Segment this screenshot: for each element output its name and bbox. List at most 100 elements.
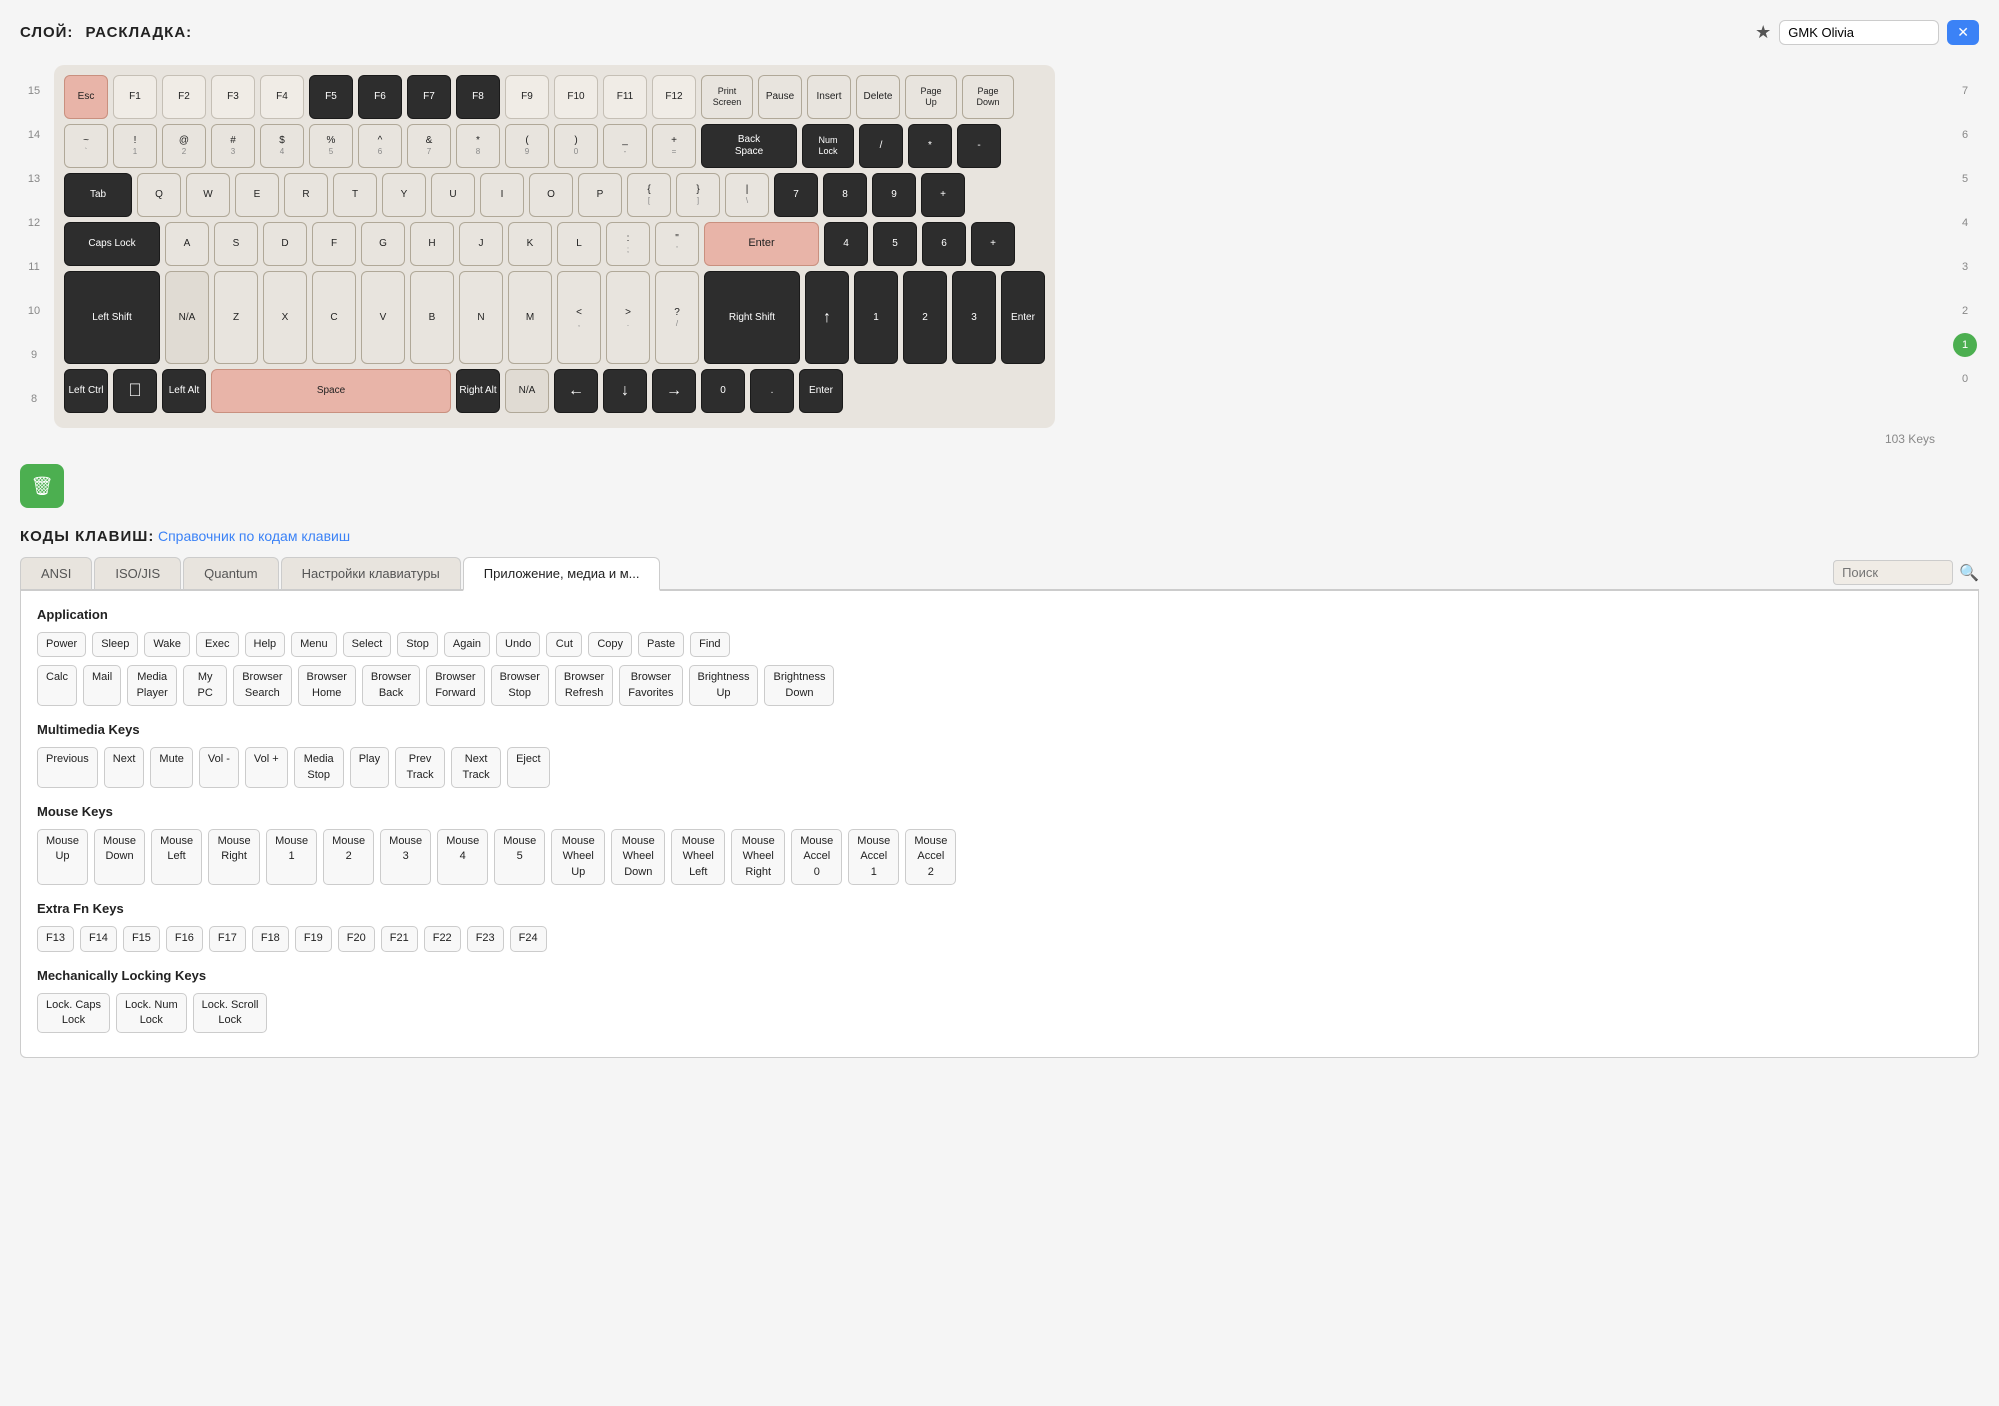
- search-input[interactable]: [1833, 560, 1953, 585]
- key-8[interactable]: *8: [456, 124, 500, 168]
- kc-menu[interactable]: Menu: [291, 632, 337, 657]
- key-page-down[interactable]: PageDown: [962, 75, 1014, 119]
- kc-select[interactable]: Select: [343, 632, 392, 657]
- kc-f24[interactable]: F24: [510, 926, 547, 951]
- key-comma[interactable]: <,: [557, 271, 601, 364]
- key-left-alt[interactable]: Left Alt: [162, 369, 206, 413]
- kc-f22[interactable]: F22: [424, 926, 461, 951]
- key-s[interactable]: S: [214, 222, 258, 266]
- key-semicolon[interactable]: :;: [606, 222, 650, 266]
- kc-mouse-4[interactable]: Mouse4: [437, 829, 488, 885]
- key-x[interactable]: X: [263, 271, 307, 364]
- kc-mouse-wheel-up[interactable]: MouseWheelUp: [551, 829, 605, 885]
- key-1[interactable]: !1: [113, 124, 157, 168]
- key-numpad-minus[interactable]: -: [957, 124, 1001, 168]
- kc-undo[interactable]: Undo: [496, 632, 540, 657]
- kc-mouse-2[interactable]: Mouse2: [323, 829, 374, 885]
- key-6[interactable]: ^6: [358, 124, 402, 168]
- key-backtick[interactable]: ~`: [64, 124, 108, 168]
- kc-f20[interactable]: F20: [338, 926, 375, 951]
- key-t[interactable]: T: [333, 173, 377, 217]
- tab-ansi[interactable]: ANSI: [20, 557, 92, 589]
- key-f3[interactable]: F3: [211, 75, 255, 119]
- kc-browser-home[interactable]: BrowserHome: [298, 665, 356, 706]
- kc-mouse-wheel-right[interactable]: MouseWheelRight: [731, 829, 785, 885]
- keycodes-link[interactable]: Справочник по кодам клавиш: [158, 528, 350, 544]
- kc-f15[interactable]: F15: [123, 926, 160, 951]
- key-num-6[interactable]: 6: [922, 222, 966, 266]
- key-up-arrow[interactable]: ↑: [805, 271, 849, 364]
- key-f8[interactable]: F8: [456, 75, 500, 119]
- clear-button[interactable]: ✕: [1947, 20, 1979, 45]
- key-q[interactable]: Q: [137, 173, 181, 217]
- kc-browser-favorites[interactable]: BrowserFavorites: [619, 665, 682, 706]
- kc-mouse-accel-2[interactable]: MouseAccel2: [905, 829, 956, 885]
- kc-prev-track[interactable]: PrevTrack: [395, 747, 445, 788]
- kc-wake[interactable]: Wake: [144, 632, 190, 657]
- key-b[interactable]: B: [410, 271, 454, 364]
- kc-browser-search[interactable]: BrowserSearch: [233, 665, 291, 706]
- key-rbracket[interactable]: }]: [676, 173, 720, 217]
- key-right-shift[interactable]: Right Shift: [704, 271, 800, 364]
- kc-mouse-accel-0[interactable]: MouseAccel0: [791, 829, 842, 885]
- key-num-lock[interactable]: NumLock: [802, 124, 854, 168]
- kc-browser-stop[interactable]: BrowserStop: [491, 665, 549, 706]
- key-num-0[interactable]: 0: [701, 369, 745, 413]
- kc-f18[interactable]: F18: [252, 926, 289, 951]
- key-r[interactable]: R: [284, 173, 328, 217]
- kc-cut[interactable]: Cut: [546, 632, 582, 657]
- key-f10[interactable]: F10: [554, 75, 598, 119]
- key-lbracket[interactable]: {[: [627, 173, 671, 217]
- key-h[interactable]: H: [410, 222, 454, 266]
- layout-input[interactable]: [1779, 20, 1939, 45]
- key-num-8[interactable]: 8: [823, 173, 867, 217]
- kc-mouse-wheel-left[interactable]: MouseWheelLeft: [671, 829, 725, 885]
- key-equals[interactable]: +=: [652, 124, 696, 168]
- key-right-alt[interactable]: Right Alt: [456, 369, 500, 413]
- key-f5[interactable]: F5: [309, 75, 353, 119]
- key-minus[interactable]: _-: [603, 124, 647, 168]
- key-9[interactable]: (9: [505, 124, 549, 168]
- kc-f17[interactable]: F17: [209, 926, 246, 951]
- kc-stop[interactable]: Stop: [397, 632, 438, 657]
- key-left-shift[interactable]: Left Shift: [64, 271, 160, 364]
- key-f9[interactable]: F9: [505, 75, 549, 119]
- tab-quantum[interactable]: Quantum: [183, 557, 278, 589]
- kc-next[interactable]: Next: [104, 747, 145, 788]
- key-d[interactable]: D: [263, 222, 307, 266]
- kc-vol-down[interactable]: Vol -: [199, 747, 239, 788]
- kc-mouse-5[interactable]: Mouse5: [494, 829, 545, 885]
- key-numpad-enter2[interactable]: Enter: [799, 369, 843, 413]
- kc-mouse-right[interactable]: MouseRight: [208, 829, 260, 885]
- key-5[interactable]: %5: [309, 124, 353, 168]
- key-g[interactable]: G: [361, 222, 405, 266]
- kc-again[interactable]: Again: [444, 632, 490, 657]
- key-super[interactable]: : [113, 369, 157, 413]
- key-l[interactable]: L: [557, 222, 601, 266]
- key-print-screen[interactable]: PrintScreen: [701, 75, 753, 119]
- key-z[interactable]: Z: [214, 271, 258, 364]
- kc-mouse-1[interactable]: Mouse1: [266, 829, 317, 885]
- key-space[interactable]: Space: [211, 369, 451, 413]
- key-j[interactable]: J: [459, 222, 503, 266]
- key-enter[interactable]: Enter: [704, 222, 819, 266]
- key-3[interactable]: #3: [211, 124, 255, 168]
- key-num-3[interactable]: 3: [952, 271, 996, 364]
- kc-mouse-3[interactable]: Mouse3: [380, 829, 431, 885]
- trash-button[interactable]: 🗑: [20, 464, 64, 508]
- key-p[interactable]: P: [578, 173, 622, 217]
- key-k[interactable]: K: [508, 222, 552, 266]
- key-o[interactable]: O: [529, 173, 573, 217]
- key-i[interactable]: I: [480, 173, 524, 217]
- kc-next-track[interactable]: NextTrack: [451, 747, 501, 788]
- kc-mouse-down[interactable]: MouseDown: [94, 829, 145, 885]
- key-numpad-asterisk[interactable]: *: [908, 124, 952, 168]
- kc-paste[interactable]: Paste: [638, 632, 684, 657]
- key-tab[interactable]: Tab: [64, 173, 132, 217]
- key-numpad-slash[interactable]: /: [859, 124, 903, 168]
- kc-sleep[interactable]: Sleep: [92, 632, 138, 657]
- key-insert[interactable]: Insert: [807, 75, 851, 119]
- tab-iso[interactable]: ISO/JIS: [94, 557, 181, 589]
- key-num-5[interactable]: 5: [873, 222, 917, 266]
- kc-mouse-wheel-down[interactable]: MouseWheelDown: [611, 829, 665, 885]
